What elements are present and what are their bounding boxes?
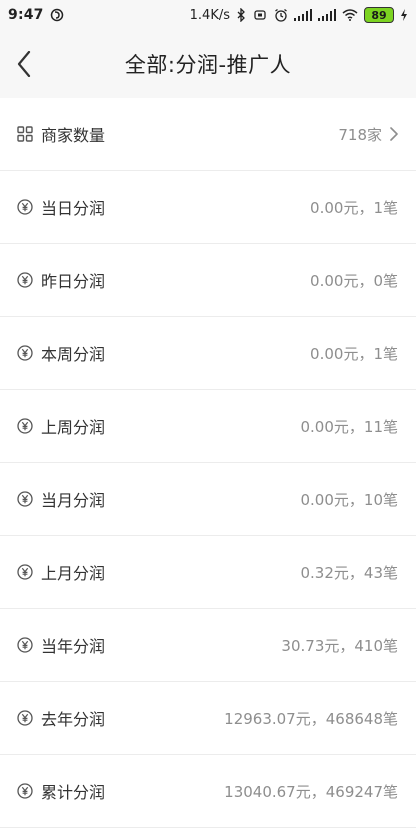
row-label: 上周分润 xyxy=(41,418,106,437)
yen-icon xyxy=(17,783,33,799)
row-label: 当日分润 xyxy=(41,199,106,218)
profit-row-last-week: 上周分润 0.00元，11笔 xyxy=(0,390,416,463)
row-value: 0.00元，0笔 xyxy=(310,271,398,290)
row-value: 13040.67元，469247笔 xyxy=(224,782,398,801)
row-left: 当日分润 xyxy=(17,195,105,219)
yen-icon xyxy=(17,637,33,653)
row-label: 当月分润 xyxy=(41,491,106,510)
network-speed: 1.4K/s xyxy=(189,7,230,23)
row-label: 累计分润 xyxy=(41,783,106,802)
vibrate-icon xyxy=(252,9,268,21)
profit-row-this-year: 当年分润 30.73元，410笔 xyxy=(0,609,416,682)
yen-icon xyxy=(17,710,33,726)
row-label: 上月分润 xyxy=(41,564,106,583)
row-label: 商家数量 xyxy=(41,126,106,145)
stats-list: 商家数量 718家 当日分润 0.00元，1笔 昨日分润 0.00元，0笔 本周… xyxy=(0,98,416,828)
yen-icon xyxy=(17,418,33,434)
back-chevron-icon xyxy=(17,51,31,77)
row-left: 当月分润 xyxy=(17,487,105,511)
row-left: 昨日分润 xyxy=(17,268,105,292)
profit-row-this-month: 当月分润 0.00元，10笔 xyxy=(0,463,416,536)
status-bar: 9:47 1.4K/s 89 xyxy=(0,0,416,30)
row-value: 0.00元，11笔 xyxy=(300,417,399,436)
merchant-count-row[interactable]: 商家数量 718家 xyxy=(0,98,416,171)
row-value: 0.00元，1笔 xyxy=(310,344,398,363)
battery-indicator: 89 xyxy=(364,7,394,23)
status-left: 9:47 xyxy=(8,7,64,23)
row-left: 累计分润 xyxy=(17,779,105,803)
row-left: 商家数量 xyxy=(17,122,105,146)
header-bar: 全部:分润-推广人 xyxy=(0,30,416,99)
yen-icon xyxy=(17,491,33,507)
yen-icon xyxy=(17,199,33,215)
page-title: 全部:分润-推广人 xyxy=(124,53,292,77)
signal-icon-1 xyxy=(294,9,312,21)
status-right: 1.4K/s 89 xyxy=(190,7,408,23)
yen-icon xyxy=(17,345,33,361)
chevron-right-icon xyxy=(390,127,398,141)
app-screen: 9:47 1.4K/s 89 全部:分润-推广人 商家数量 718家 当日分润 … xyxy=(0,0,416,828)
row-right: 718家 xyxy=(338,124,398,145)
row-value: 0.00元，1笔 xyxy=(310,198,398,217)
profit-row-last-month: 上月分润 0.32元，43笔 xyxy=(0,536,416,609)
row-value: 0.32元，43笔 xyxy=(300,563,399,582)
row-label: 本周分润 xyxy=(41,345,106,364)
grid-icon xyxy=(17,126,33,142)
row-label: 昨日分润 xyxy=(41,272,106,291)
profit-row-cumulative: 累计分润 13040.67元，469247笔 xyxy=(0,755,416,828)
app-notification-icon xyxy=(50,8,64,22)
row-value: 718家 xyxy=(338,125,382,144)
profit-row-today: 当日分润 0.00元，1笔 xyxy=(0,171,416,244)
alarm-icon xyxy=(274,8,288,22)
charging-icon xyxy=(400,9,408,21)
bluetooth-icon xyxy=(236,8,246,22)
row-value: 0.00元，10笔 xyxy=(300,490,399,509)
profit-row-yesterday: 昨日分润 0.00元，0笔 xyxy=(0,244,416,317)
row-label: 当年分润 xyxy=(41,637,106,656)
row-left: 当年分润 xyxy=(17,633,105,657)
row-left: 上月分润 xyxy=(17,560,105,584)
row-value: 12963.07元，468648笔 xyxy=(224,709,398,728)
status-time: 9:47 xyxy=(8,7,44,23)
profit-row-this-week: 本周分润 0.00元，1笔 xyxy=(0,317,416,390)
yen-icon xyxy=(17,564,33,580)
profit-row-last-year: 去年分润 12963.07元，468648笔 xyxy=(0,682,416,755)
signal-icon-2 xyxy=(318,9,336,21)
row-left: 去年分润 xyxy=(17,706,105,730)
row-left: 上周分润 xyxy=(17,414,105,438)
yen-icon xyxy=(17,272,33,288)
back-button[interactable] xyxy=(12,49,36,79)
row-value: 30.73元，410笔 xyxy=(281,636,398,655)
row-label: 去年分润 xyxy=(41,710,106,729)
wifi-icon xyxy=(342,9,358,21)
row-left: 本周分润 xyxy=(17,341,105,365)
